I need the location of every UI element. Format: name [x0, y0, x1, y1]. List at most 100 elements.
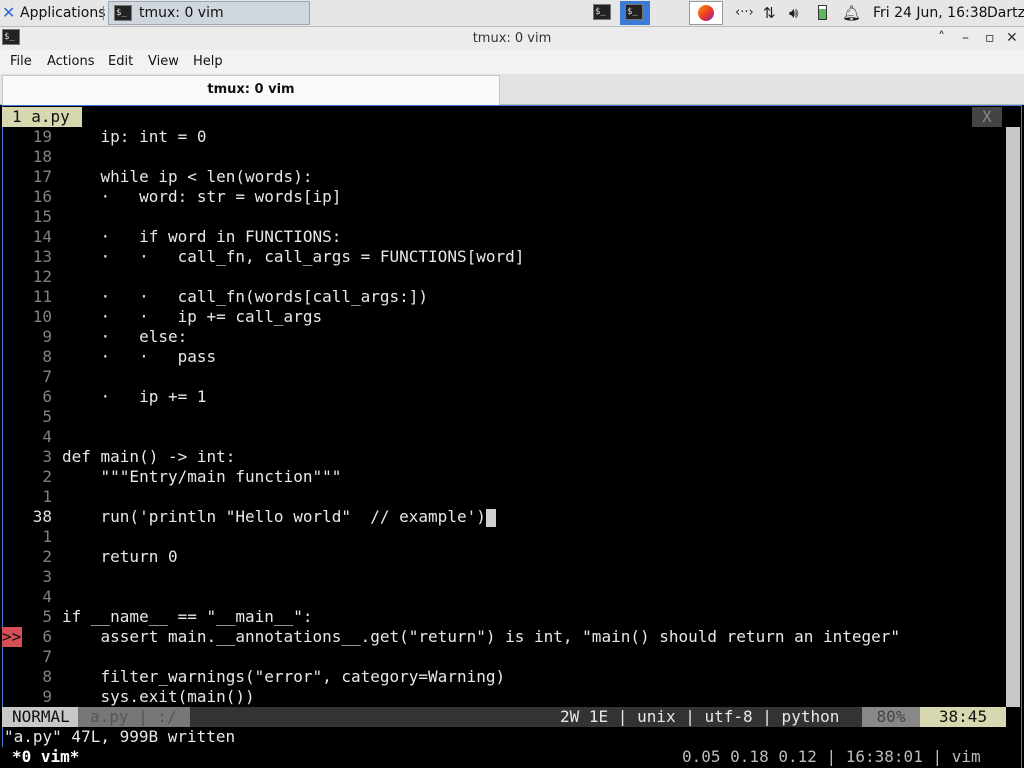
- vim-file-indicator: a.py | :/: [78, 707, 190, 727]
- code-line[interactable]: 4: [2, 427, 1002, 447]
- code-line[interactable]: 1: [2, 527, 1002, 547]
- line-number: 18: [32, 147, 52, 166]
- code-line[interactable]: 1: [2, 487, 1002, 507]
- code-text: · · call_fn, call_args = FUNCTIONS[word]: [62, 247, 525, 266]
- code-line[interactable]: 8 filter_warnings("error", category=Warn…: [2, 667, 1002, 687]
- code-line[interactable]: 8 · · pass: [2, 347, 1002, 367]
- code-text: return 0: [62, 547, 178, 566]
- code-line[interactable]: 16 · word: str = words[ip]: [2, 187, 1002, 207]
- menu-help[interactable]: Help: [193, 50, 223, 74]
- code-line[interactable]: 2 return 0: [2, 547, 1002, 567]
- code-line[interactable]: 7: [2, 647, 1002, 667]
- updown-arrows-icon[interactable]: ⇅: [763, 0, 776, 26]
- line-number: 6: [42, 387, 52, 406]
- code-line[interactable]: 15: [2, 207, 1002, 227]
- line-number: 4: [42, 427, 52, 446]
- line-number: 5: [42, 607, 52, 626]
- menu-view[interactable]: View: [148, 50, 179, 74]
- line-number: 19: [32, 127, 52, 146]
- window-titlebar[interactable]: $_ tmux: 0 vim ˄ – ▫ ✕: [0, 27, 1024, 51]
- code-text: run('println "Hello world" // example'): [62, 507, 496, 527]
- scrollbar[interactable]: [1006, 127, 1020, 707]
- notification-bell-icon[interactable]: 🔔︎: [842, 0, 861, 26]
- line-number: 16: [32, 187, 52, 206]
- code-text: · · call_fn(words[call_args:]): [62, 287, 429, 306]
- line-number: 17: [32, 167, 52, 186]
- code-line[interactable]: 10 · · ip += call_args: [2, 307, 1002, 327]
- code-line[interactable]: 3 def main() -> int:: [2, 447, 1002, 467]
- top-panel: ✕ Applications | $_ tmux: 0 vim $_ $_ ‹·…: [0, 0, 1024, 27]
- code-text: sys.exit(main()): [62, 687, 255, 706]
- menu-edit[interactable]: Edit: [108, 50, 133, 74]
- code-line[interactable]: 6 assert main.__annotations__.get("retur…: [2, 627, 1002, 647]
- code-line[interactable]: 13 · · call_fn, call_args = FUNCTIONS[wo…: [2, 247, 1002, 267]
- code-line[interactable]: 3: [2, 567, 1002, 587]
- line-number: 14: [32, 227, 52, 246]
- code-line[interactable]: 9 sys.exit(main()): [2, 687, 1002, 707]
- applications-menu[interactable]: Applications: [20, 0, 106, 26]
- code-line[interactable]: 9 · else:: [2, 327, 1002, 347]
- line-number: 8: [42, 347, 52, 366]
- line-number: 6: [42, 627, 52, 646]
- code-line[interactable]: 5: [2, 407, 1002, 427]
- line-number: 13: [32, 247, 52, 266]
- line-number: 10: [32, 307, 52, 326]
- line-number: 3: [42, 567, 52, 586]
- workspace-1-button[interactable]: $_: [588, 1, 618, 25]
- vim-tab-close-button[interactable]: X: [972, 107, 1002, 127]
- line-number: 9: [42, 327, 52, 346]
- line-number: 8: [42, 667, 52, 686]
- xfce-menu-icon[interactable]: ✕: [2, 4, 18, 22]
- code-line[interactable]: 12: [2, 267, 1002, 287]
- code-line[interactable]: 11 · · call_fn(words[call_args:]): [2, 287, 1002, 307]
- battery-icon[interactable]: [818, 5, 827, 20]
- maximize-button[interactable]: ▫: [985, 27, 995, 50]
- line-number: 1: [42, 487, 52, 506]
- panel-separator: |: [101, 5, 106, 21]
- code-line[interactable]: 5 if __name__ == "__main__":: [2, 607, 1002, 627]
- line-number: 9: [42, 687, 52, 706]
- line-number: 2: [42, 547, 52, 566]
- tmux-window-indicator[interactable]: *0 vim*: [12, 747, 79, 767]
- line-number: 7: [42, 647, 52, 666]
- code-line[interactable]: 14 · if word in FUNCTIONS:: [2, 227, 1002, 247]
- clock[interactable]: Fri 24 Jun, 16:38: [873, 0, 988, 26]
- code-line[interactable]: 7: [2, 367, 1002, 387]
- network-icon[interactable]: ‹··›: [735, 0, 754, 26]
- line-number: 4: [42, 587, 52, 606]
- code-text: assert main.__annotations__.get("return"…: [62, 627, 901, 646]
- code-text: if __name__ == "__main__":: [62, 607, 313, 626]
- code-line[interactable]: 17 while ip < len(words):: [2, 167, 1002, 187]
- terminal-icon: $_: [593, 4, 611, 20]
- volume-icon[interactable]: 🔊︎: [789, 0, 798, 26]
- code-line[interactable]: 2 """Entry/main function""": [2, 467, 1002, 487]
- code-line[interactable]: 6 · ip += 1: [2, 387, 1002, 407]
- taskbar-button-label: tmux: 0 vim: [139, 5, 224, 21]
- code-line[interactable]: 18: [2, 147, 1002, 167]
- line-number: 12: [32, 267, 52, 286]
- line-number: 11: [32, 287, 52, 306]
- code-text: · · pass: [62, 347, 217, 366]
- terminal-icon: $_: [114, 5, 132, 21]
- line-number: 38: [32, 507, 52, 526]
- minimize-button[interactable]: –: [962, 27, 969, 50]
- code-line[interactable]: 4: [2, 587, 1002, 607]
- close-button[interactable]: ✕: [1006, 27, 1018, 50]
- taskbar-button-tmux[interactable]: $_ tmux: 0 vim: [108, 1, 310, 25]
- terminal-tab-active[interactable]: tmux: 0 vim: [2, 75, 500, 105]
- line-number: 3: [42, 447, 52, 466]
- user-menu[interactable]: Dartz: [987, 0, 1024, 26]
- code-line[interactable]: 19 ip: int = 0: [2, 127, 1002, 147]
- code-line[interactable]: 38 run('println "Hello world" // example…: [2, 507, 1002, 527]
- firefox-launcher[interactable]: [689, 1, 723, 25]
- menu-actions[interactable]: Actions: [47, 50, 95, 74]
- line-number: 2: [42, 467, 52, 486]
- vim-tab[interactable]: 1 a.py: [2, 107, 82, 127]
- shade-button[interactable]: ˄: [938, 27, 945, 50]
- line-number: 15: [32, 207, 52, 226]
- workspace-2-button[interactable]: $_: [620, 1, 650, 25]
- code-text: · · ip += call_args: [62, 307, 323, 326]
- vim-buffer[interactable]: 19 ip: int = 0 18 17 while ip < len(words)…: [0, 127, 1004, 707]
- menu-file[interactable]: File: [10, 50, 32, 74]
- code-text: · else:: [62, 327, 188, 346]
